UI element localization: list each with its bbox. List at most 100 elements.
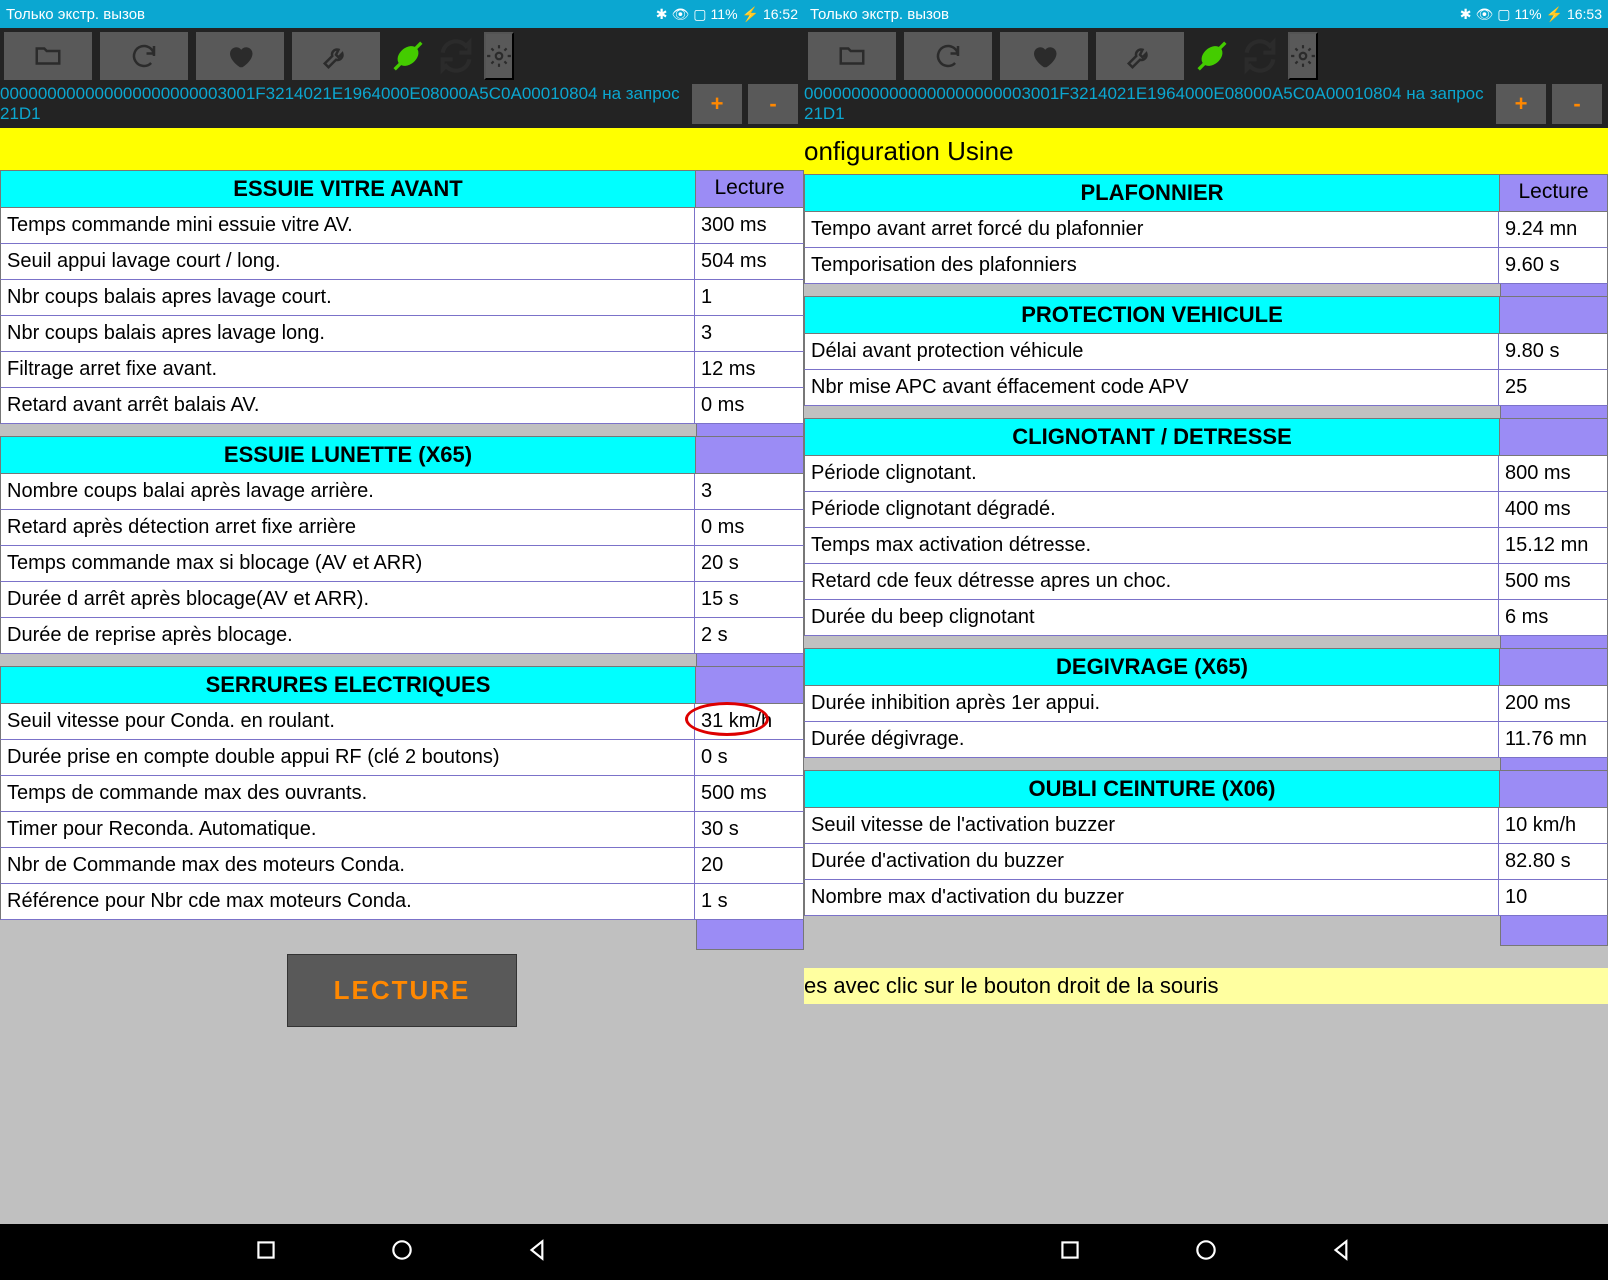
folder-button[interactable]	[4, 32, 92, 80]
param-label: Retard après détection arret fixe arrièr…	[1, 510, 695, 545]
table-row[interactable]: Nbr de Commande max des moteurs Conda.20	[0, 848, 804, 884]
param-value: 200 ms	[1499, 686, 1607, 721]
plus-button[interactable]: +	[1496, 84, 1546, 124]
table-row[interactable]: Période clignotant.800 ms	[804, 456, 1608, 492]
param-value: 20	[695, 848, 803, 883]
param-label: Délai avant protection véhicule	[805, 334, 1499, 369]
param-label: Temps max activation détresse.	[805, 528, 1499, 563]
nav-back-icon[interactable]	[525, 1237, 551, 1268]
reload-button[interactable]	[904, 32, 992, 80]
table-row[interactable]: Délai avant protection véhicule9.80 s	[804, 334, 1608, 370]
table-row[interactable]: Tempo avant arret forcé du plafonnier9.2…	[804, 212, 1608, 248]
settings-button[interactable]	[1288, 32, 1318, 80]
section-title: PLAFONNIER	[805, 175, 1499, 211]
nav-back-icon[interactable]	[1329, 1237, 1355, 1268]
minus-button[interactable]: -	[1552, 84, 1602, 124]
battery-pct: 11%	[711, 6, 738, 22]
info-row: 000000000000000000000003001F3214021E1964…	[0, 84, 804, 128]
carrier-text: Только экстр. вызов	[810, 6, 949, 23]
lecture-column-header: Lecture	[695, 171, 803, 207]
info-row: 000000000000000000000003001F3214021E1964…	[804, 84, 1608, 128]
table-row[interactable]: Temps commande mini essuie vitre AV.300 …	[0, 208, 804, 244]
table-row[interactable]: Retard après détection arret fixe arrièr…	[0, 510, 804, 546]
nav-bar	[804, 1224, 1608, 1280]
param-label: Référence pour Nbr cde max moteurs Conda…	[1, 884, 695, 919]
param-value: 1 s	[695, 884, 803, 919]
section-title: PROTECTION VEHICULE	[805, 297, 1499, 333]
reload-button[interactable]	[100, 32, 188, 80]
favorite-button[interactable]	[196, 32, 284, 80]
param-label: Nombre coups balai après lavage arrière.	[1, 474, 695, 509]
lecture-column-header: Lecture	[1499, 175, 1607, 211]
content-left[interactable]: ESSUIE VITRE AVANTLectureTemps commande …	[0, 170, 804, 1224]
section-title: SERRURES ELECTRIQUES	[1, 667, 695, 703]
left-screenshot: Только экстр. вызов ✱ 👁 ▢ 11% ⚡ 16:52 00…	[0, 0, 804, 1280]
folder-button[interactable]	[808, 32, 896, 80]
table-row[interactable]: Seuil vitesse pour Conda. en roulant.31 …	[0, 704, 804, 740]
table-row[interactable]: Nbr mise APC avant éffacement code APV25	[804, 370, 1608, 406]
param-value: 20 s	[695, 546, 803, 581]
param-label: Durée d arrêt après blocage(AV et ARR).	[1, 582, 695, 617]
table-row[interactable]: Retard cde feux détresse apres un choc.5…	[804, 564, 1608, 600]
param-label: Nombre max d'activation du buzzer	[805, 880, 1499, 915]
minus-button[interactable]: -	[748, 84, 798, 124]
section-title: ESSUIE LUNETTE (X65)	[1, 437, 695, 473]
table-row[interactable]: Référence pour Nbr cde max moteurs Conda…	[0, 884, 804, 920]
param-value: 10 km/h	[1499, 808, 1607, 843]
table-row[interactable]: Période clignotant dégradé.400 ms	[804, 492, 1608, 528]
param-value: 3	[695, 316, 803, 351]
param-label: Temps commande max si blocage (AV et ARR…	[1, 546, 695, 581]
param-value: 300 ms	[695, 208, 803, 243]
plus-button[interactable]: +	[692, 84, 742, 124]
table-row[interactable]: Durée de reprise après blocage.2 s	[0, 618, 804, 654]
clock-text: 16:52	[763, 6, 798, 22]
param-value: 10	[1499, 880, 1607, 915]
status-bar: Только экстр. вызов ✱ 👁 ▢ 11% ⚡ 16:53	[804, 0, 1608, 28]
nav-recent-icon[interactable]	[1057, 1237, 1083, 1268]
table-row[interactable]: Retard avant arrêt balais AV.0 ms	[0, 388, 804, 424]
bluetooth-icon: ✱	[656, 6, 668, 23]
param-label: Durée d'activation du buzzer	[805, 844, 1499, 879]
table-row[interactable]: Seuil appui lavage court / long.504 ms	[0, 244, 804, 280]
table-row[interactable]: Durée d'activation du buzzer82.80 s	[804, 844, 1608, 880]
wrench-button[interactable]	[1096, 32, 1184, 80]
table-row[interactable]: Nbr coups balais apres lavage court.1	[0, 280, 804, 316]
table-row[interactable]: Nombre max d'activation du buzzer10	[804, 880, 1608, 916]
table-row[interactable]: Temps de commande max des ouvrants.500 m…	[0, 776, 804, 812]
param-label: Nbr mise APC avant éffacement code APV	[805, 370, 1499, 405]
param-value: 82.80 s	[1499, 844, 1607, 879]
table-row[interactable]: Seuil vitesse de l'activation buzzer10 k…	[804, 808, 1608, 844]
favorite-button[interactable]	[1000, 32, 1088, 80]
table-row[interactable]: Nombre coups balai après lavage arrière.…	[0, 474, 804, 510]
nav-recent-icon[interactable]	[253, 1237, 279, 1268]
settings-button[interactable]	[484, 32, 514, 80]
table-row[interactable]: Durée dégivrage.11.76 mn	[804, 722, 1608, 758]
table-row[interactable]: Temps max activation détresse.15.12 mn	[804, 528, 1608, 564]
table-row[interactable]: Durée inhibition après 1er appui.200 ms	[804, 686, 1608, 722]
nav-home-icon[interactable]	[1193, 1237, 1219, 1268]
table-row[interactable]: Filtrage arret fixe avant.12 ms	[0, 352, 804, 388]
table-row[interactable]: Durée du beep clignotant6 ms	[804, 600, 1608, 636]
nav-home-icon[interactable]	[389, 1237, 415, 1268]
table-row[interactable]: Timer pour Reconda. Automatique.30 s	[0, 812, 804, 848]
toolbar	[0, 28, 804, 84]
lecture-column-spacer	[1499, 771, 1607, 807]
param-value: 500 ms	[695, 776, 803, 811]
config-title: onfiguration Usine	[804, 128, 1608, 174]
param-label: Nbr coups balais apres lavage long.	[1, 316, 695, 351]
eye-icon: 👁	[672, 6, 690, 23]
table-row[interactable]: Durée prise en compte double appui RF (c…	[0, 740, 804, 776]
table-row[interactable]: Nbr coups balais apres lavage long.3	[0, 316, 804, 352]
param-label: Temps de commande max des ouvrants.	[1, 776, 695, 811]
lecture-button[interactable]: LECTURE	[287, 954, 518, 1027]
param-value: 9.60 s	[1499, 248, 1607, 283]
table-row[interactable]: Durée d arrêt après blocage(AV et ARR).1…	[0, 582, 804, 618]
wrench-button[interactable]	[292, 32, 380, 80]
param-label: Timer pour Reconda. Automatique.	[1, 812, 695, 847]
param-value: 3	[695, 474, 803, 509]
param-label: Durée du beep clignotant	[805, 600, 1499, 635]
table-row[interactable]: Temporisation des plafonniers9.60 s	[804, 248, 1608, 284]
param-label: Durée dégivrage.	[805, 722, 1499, 757]
content-right[interactable]: PLAFONNIERLectureTempo avant arret forcé…	[804, 174, 1608, 1224]
table-row[interactable]: Temps commande max si blocage (AV et ARR…	[0, 546, 804, 582]
